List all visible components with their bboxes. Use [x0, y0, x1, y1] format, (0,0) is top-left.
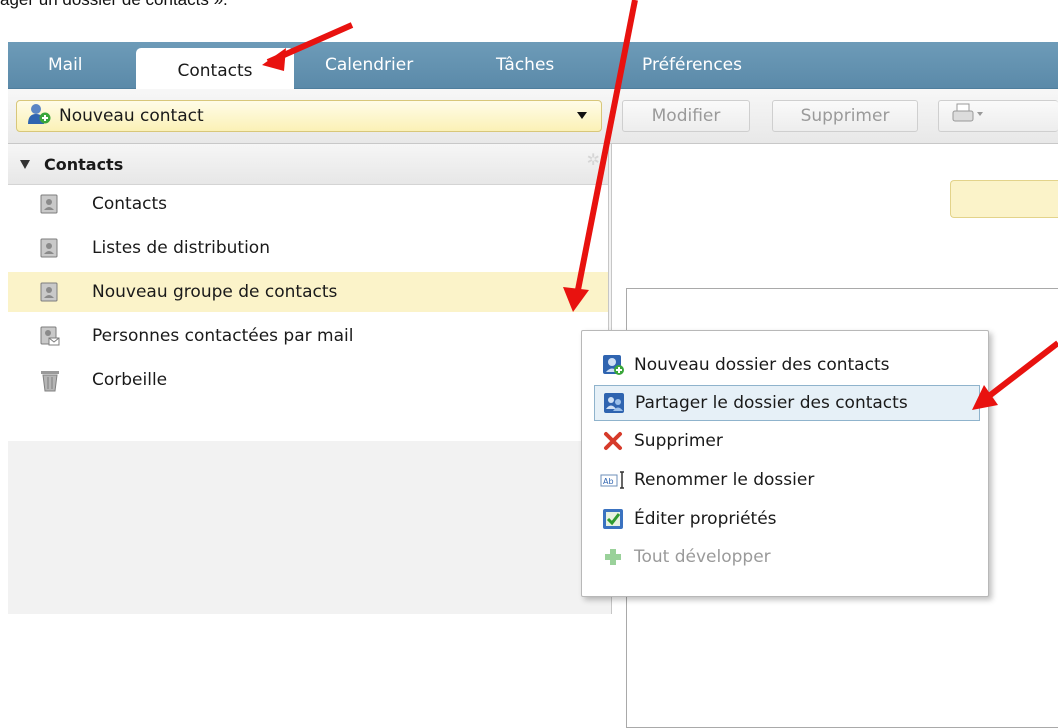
contacts-section-header[interactable]: Contacts ✲: [8, 144, 608, 185]
edit-properties-icon: [598, 508, 628, 530]
address-book-icon: [40, 194, 58, 219]
folder-label: Nouveau groupe de contacts: [92, 282, 338, 302]
print-button[interactable]: [938, 100, 1058, 132]
toolbar: Nouveau contact Modifier Supprimer: [8, 89, 1058, 144]
expand-all-icon: [598, 547, 628, 567]
rename-icon: Ab: [598, 470, 628, 490]
chevron-down-icon[interactable]: [577, 112, 587, 119]
menu-item-expand-all[interactable]: Tout développer: [594, 539, 980, 575]
add-contact-icon: [27, 103, 51, 130]
folder-label: Corbeille: [92, 370, 168, 390]
folder-item-distribution-lists[interactable]: Listes de distribution: [8, 228, 608, 268]
collapse-triangle-icon[interactable]: [20, 159, 30, 169]
menu-item-label: Partager le dossier des contacts: [635, 393, 908, 413]
menu-item-label: Supprimer: [634, 431, 723, 451]
menu-item-rename[interactable]: Ab Renommer le dossier: [594, 462, 980, 498]
new-contact-button[interactable]: Nouveau contact: [16, 100, 602, 132]
address-book-icon: [40, 238, 58, 263]
delete-x-icon: [598, 431, 628, 451]
folder-item-contacts[interactable]: Contacts: [8, 184, 608, 224]
folder-item-new-group[interactable]: Nouveau groupe de contacts: [8, 272, 608, 312]
new-folder-icon: [598, 354, 628, 376]
folder-label: Contacts: [92, 194, 167, 214]
new-contact-label: Nouveau contact: [59, 106, 204, 126]
content-header-bar: [950, 180, 1058, 218]
folder-label: Listes de distribution: [92, 238, 270, 258]
folder-item-emailed-contacts[interactable]: Personnes contactées par mail: [8, 316, 608, 356]
printer-icon: [951, 102, 985, 131]
tab-calendrier[interactable]: Calendrier: [325, 42, 413, 88]
menu-item-new-folder[interactable]: Nouveau dossier des contacts: [594, 347, 980, 383]
folder-context-menu: Nouveau dossier des contacts Partager le…: [581, 330, 989, 597]
address-book-icon: [40, 282, 58, 307]
menu-item-label: Nouveau dossier des contacts: [634, 355, 890, 375]
menu-item-delete[interactable]: Supprimer: [594, 423, 980, 459]
share-folder-icon: [599, 392, 629, 414]
tab-taches[interactable]: Tâches: [496, 42, 554, 88]
menu-item-share-folder[interactable]: Partager le dossier des contacts: [594, 385, 980, 421]
caption-text: ager un dossier de contacts ».: [0, 0, 228, 10]
trash-icon: [40, 370, 60, 397]
edit-button[interactable]: Modifier: [622, 100, 750, 132]
menu-item-label: Tout développer: [634, 547, 771, 567]
gear-icon[interactable]: ✲: [587, 150, 600, 169]
svg-text:Ab: Ab: [603, 477, 614, 486]
folder-dropdown-icon[interactable]: [567, 289, 579, 297]
tab-preferences[interactable]: Préférences: [642, 42, 742, 88]
tab-contacts[interactable]: Contacts: [136, 48, 294, 89]
menu-item-edit-properties[interactable]: Éditer propriétés: [594, 501, 980, 537]
folder-item-trash[interactable]: Corbeille: [8, 360, 608, 400]
menu-item-label: Éditer propriétés: [634, 509, 777, 529]
folder-label: Personnes contactées par mail: [92, 326, 354, 346]
folder-panel: Contacts ✲ Contacts Listes de distributi…: [8, 144, 609, 441]
emailed-contacts-icon: [40, 326, 60, 351]
tab-mail[interactable]: Mail: [48, 42, 83, 88]
delete-button[interactable]: Supprimer: [772, 100, 918, 132]
section-title: Contacts: [44, 154, 124, 174]
menu-item-label: Renommer le dossier: [634, 470, 815, 490]
app-tab-bar: Mail Contacts Calendrier Tâches Préféren…: [8, 42, 1058, 89]
